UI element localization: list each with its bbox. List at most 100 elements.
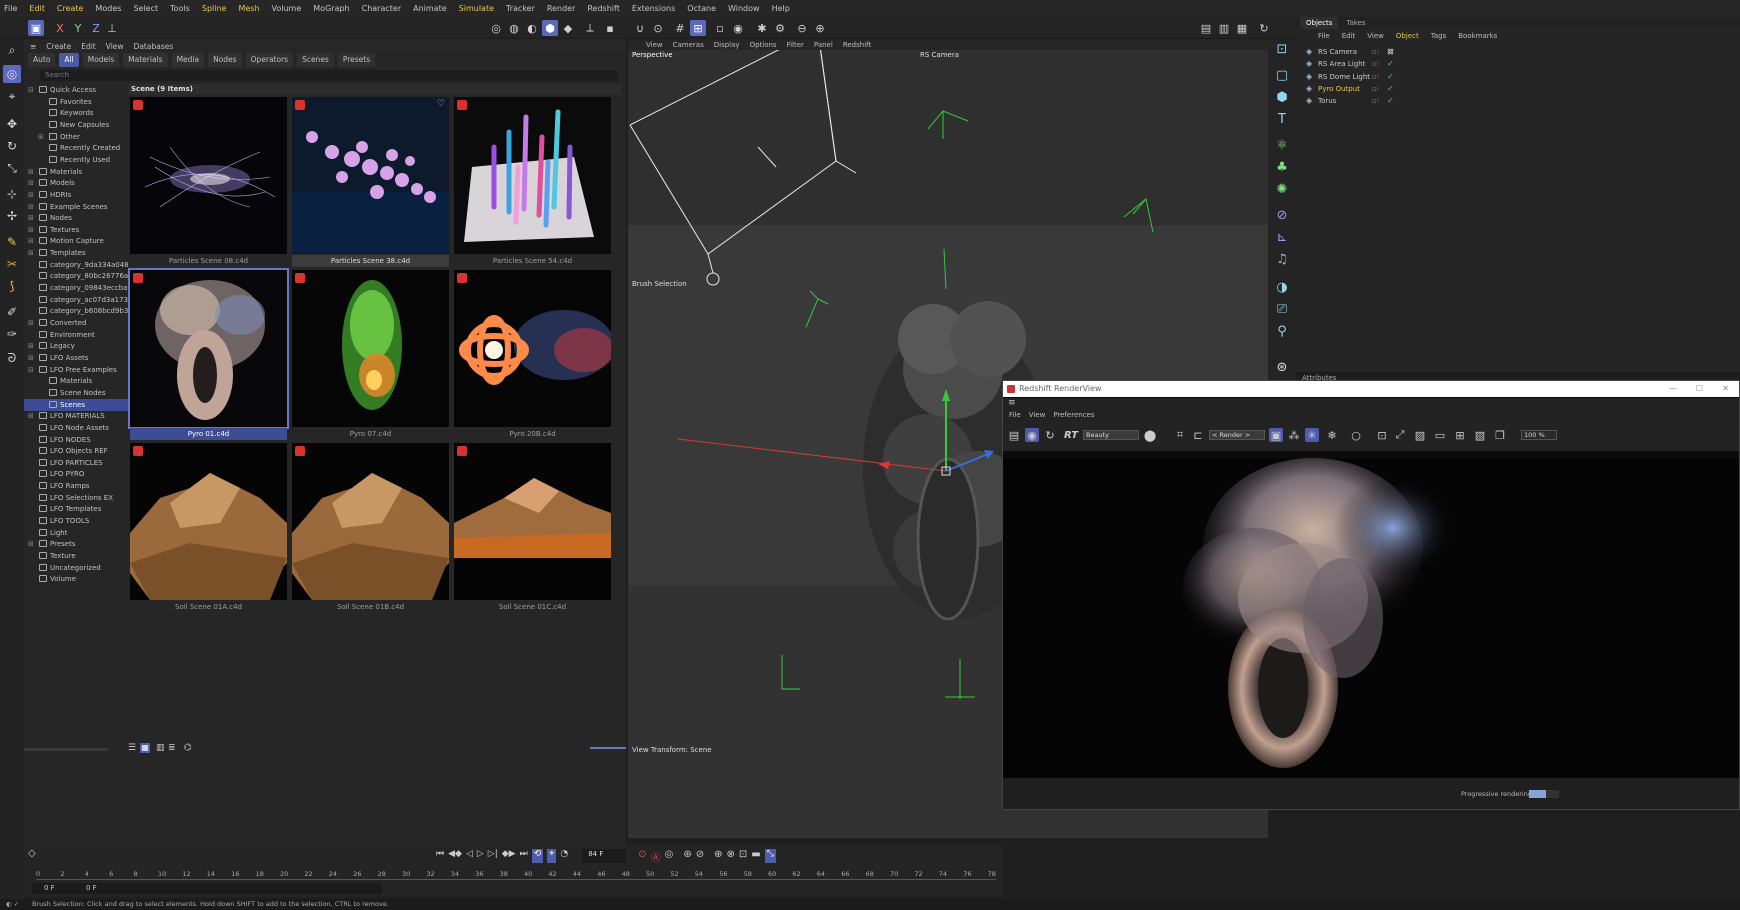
menu-simulate[interactable]: Simulate — [459, 4, 494, 13]
asset-thumbnail[interactable]: Pyro 20B.c4d — [454, 270, 611, 442]
transform-icon[interactable]: ⊹ — [3, 185, 21, 203]
asset-thumbnail[interactable]: Pyro 07.c4d — [292, 270, 449, 442]
tree-item[interactable]: ⊞ Materials — [24, 166, 128, 178]
tree-item[interactable]: ⊞ Legacy — [24, 340, 128, 352]
menu-tracker[interactable]: Tracker — [506, 4, 535, 13]
loop-icon[interactable]: ⟲ — [531, 849, 544, 863]
tree-item[interactable]: category_ac07d3a173f90 — [24, 294, 128, 306]
field-icon[interactable]: ⊾ — [1272, 227, 1292, 247]
tree-item[interactable]: LFO Selections EX — [24, 492, 128, 504]
clapper-render-icon[interactable]: ▤ — [1007, 428, 1021, 442]
viewport-menu-options[interactable]: Options — [750, 41, 777, 49]
tree-item[interactable]: LFO PARTICLES — [24, 457, 128, 469]
refresh-icon[interactable]: ↻ — [1256, 20, 1272, 36]
hamburger-icon[interactable]: ≡ — [30, 42, 36, 51]
expand-toggle-icon[interactable]: ⊞ — [28, 538, 34, 550]
viewport-menu-view[interactable]: View — [646, 41, 663, 49]
expand-toggle-icon[interactable]: ⊞ — [28, 235, 34, 247]
asset-tab-all[interactable]: All — [59, 53, 79, 67]
object-row[interactable]: ◈ RS Camera ▫⁝ ⊠ — [1296, 46, 1740, 58]
viewport-camera-label[interactable]: RS Camera — [920, 51, 959, 59]
bucket-grid-icon[interactable]: ⁂ — [1287, 428, 1301, 442]
asset-tab-presets[interactable]: Presets — [337, 53, 376, 67]
details-view-icon[interactable]: ≣ — [168, 743, 176, 753]
network-icon[interactable]: ⌬ — [184, 743, 192, 753]
asset-thumbnail[interactable]: Particles Scene 54.c4d — [454, 97, 611, 269]
snap-icon[interactable]: ⟂ — [582, 20, 598, 36]
expand-toggle-icon[interactable]: ⊞ — [28, 189, 34, 201]
object-row[interactable]: ◈ Pyro Output ▫⁝ ✓ — [1296, 83, 1740, 95]
tree-item[interactable]: ⊞ Presets — [24, 538, 128, 550]
tree-item[interactable]: LFO Objects REF — [24, 445, 128, 457]
tree-item[interactable]: category_b608bcd9b388 — [24, 305, 128, 317]
tree-item[interactable]: ⊞ Textures — [24, 224, 128, 236]
visibility-toggle-icon[interactable]: ▫⁝ — [1372, 58, 1379, 70]
visibility-toggle-icon[interactable]: ▫⁝ — [1372, 71, 1379, 83]
menu-window[interactable]: Window — [728, 4, 760, 13]
clapper3-icon[interactable]: ▦ — [1234, 20, 1250, 36]
next-frame-icon[interactable]: ▷| — [488, 849, 498, 863]
tree-item[interactable]: Materials — [24, 375, 128, 387]
enabled-check-icon[interactable]: ✓ — [1387, 71, 1394, 83]
visibility-toggle-icon[interactable]: ▫⁝ — [1372, 95, 1379, 107]
tree-item[interactable]: New Capsules — [24, 119, 128, 131]
enabled-check-icon[interactable]: ✓ — [1387, 83, 1394, 95]
timeline-ruler[interactable]: 0 2 4 6 8 10 12 14 16 18 20 22 24 26 28 30 32 34 36 38 40 42 4… — [36, 870, 996, 882]
interpolation-icon[interactable]: ⤡ — [764, 849, 776, 863]
tree-item[interactable]: ⊞ Converted — [24, 317, 128, 329]
tree-item[interactable]: LFO Templates — [24, 503, 128, 515]
viewport-menu-redshift[interactable]: Redshift — [843, 41, 871, 49]
gear-icon[interactable]: ⚙ — [772, 20, 788, 36]
viewport-projection-label[interactable]: Perspective — [632, 51, 673, 59]
clapper2-icon[interactable]: ▥ — [1216, 20, 1232, 36]
menu-animate[interactable]: Animate — [413, 4, 447, 13]
menu-create[interactable]: Create — [57, 4, 84, 13]
asset-tab-scenes[interactable]: Scenes — [297, 53, 334, 67]
tree-scrollbar[interactable] — [24, 748, 108, 751]
expand-toggle-icon[interactable]: ⊞ — [28, 177, 34, 189]
lasso-paint-icon[interactable]: ᘐ — [3, 349, 21, 367]
text-icon[interactable]: T — [1272, 109, 1292, 129]
asset-tab-nodes[interactable]: Nodes — [208, 53, 242, 67]
expand-toggle-icon[interactable]: ⊞ — [28, 212, 34, 224]
grid-overlay-icon[interactable]: ⌗ — [1173, 428, 1187, 442]
menu-mesh[interactable]: Mesh — [238, 4, 259, 13]
key-pla-icon[interactable]: ⊡ — [739, 849, 747, 863]
select-icon[interactable]: ◎ — [3, 65, 21, 83]
objects-menu-file[interactable]: File — [1318, 32, 1330, 40]
start-frame-field[interactable]: 0 F — [32, 883, 88, 894]
asset-tab-operators[interactable]: Operators — [245, 53, 294, 67]
menu-help[interactable]: Help — [772, 4, 790, 13]
tree-item[interactable]: Recently Created — [24, 142, 128, 154]
snowflake-icon[interactable]: ❄ — [1325, 428, 1339, 442]
preview-range-icon[interactable]: ⌖ — [547, 849, 557, 863]
objects-menu-bookmarks[interactable]: Bookmarks — [1458, 32, 1497, 40]
z-axis-toggle[interactable]: Z — [88, 20, 104, 36]
volume-icon[interactable]: ♫ — [1272, 249, 1292, 269]
tree-item[interactable]: Favorites — [24, 96, 128, 108]
axis-icon[interactable]: ▫ — [712, 20, 728, 36]
lasso-icon[interactable]: ⌖ — [3, 87, 21, 105]
crop-icon[interactable]: ⊏ — [1191, 428, 1205, 442]
menu-spline[interactable]: Spline — [202, 4, 227, 13]
asset-thumbnail[interactable]: Soil Scene 01C.c4d — [454, 443, 611, 615]
grid-icon[interactable]: # — [672, 20, 688, 36]
tree-item[interactable]: LFO Ramps — [24, 480, 128, 492]
tree-item[interactable]: ⊞ LFO Assets — [24, 352, 128, 364]
effector-icon[interactable]: ✺ — [1272, 179, 1292, 199]
noise-icon[interactable]: ▨ — [1413, 428, 1427, 442]
camera-icon[interactable]: ⊕ — [812, 20, 828, 36]
tag-icon[interactable]: ⊠ — [1387, 46, 1394, 58]
auto-key-icon[interactable]: Ⓐ — [651, 849, 661, 864]
expand-toggle-icon[interactable]: ⊟ — [28, 364, 34, 376]
tree-item[interactable]: ⊞ LFO MATERIALS — [24, 410, 128, 422]
object-row[interactable]: ◈ Torus ▫⁝ ✓ — [1296, 95, 1740, 107]
menu-extensions[interactable]: Extensions — [632, 4, 675, 13]
tree-item[interactable]: Keywords — [24, 107, 128, 119]
tree-item[interactable]: ⊞ Models — [24, 177, 128, 189]
objects-tab-objects[interactable]: Objects — [1300, 17, 1339, 29]
compass-icon[interactable]: ⊛ — [1272, 357, 1292, 377]
brush-icon[interactable]: ✐ — [3, 303, 21, 321]
expand-toggle-icon[interactable]: ⊞ — [28, 410, 34, 422]
tree-item[interactable]: category_80bc26776ac82 — [24, 270, 128, 282]
